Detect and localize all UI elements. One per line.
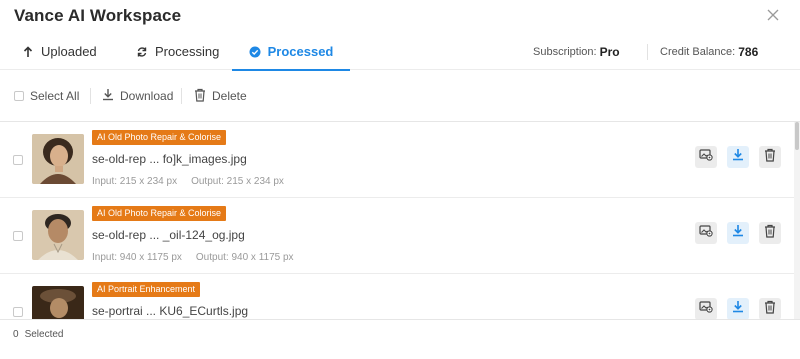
scrollbar-thumb[interactable] (795, 122, 799, 150)
selection-footer: 0 Selected (0, 319, 800, 359)
dialog-header: Vance AI Workspace (0, 0, 800, 33)
input-size: Input: 215 x 234 px (92, 176, 178, 187)
image-view-icon (699, 148, 713, 166)
header-divider (647, 44, 648, 60)
list-item: AI Old Photo Repair & Colorise se-old-re… (0, 122, 794, 198)
selected-count: 0 Selected (13, 329, 63, 340)
image-thumbnail[interactable] (32, 210, 84, 260)
processed-list: AI Old Photo Repair & Colorise se-old-re… (0, 122, 800, 319)
output-size: Output: 940 x 1175 px (195, 252, 294, 263)
image-thumbnail[interactable] (32, 134, 84, 184)
input-size: Input: 940 x 1175 px (92, 252, 182, 263)
image-view-icon (699, 300, 713, 318)
file-name: se-old-rep ... _oil-124_og.jpg (92, 228, 245, 242)
tab-bar: Uploaded Processing Processed Subscripti… (0, 33, 800, 71)
image-view-icon (699, 224, 713, 242)
list-item: AI Portrait Enhancement se-portrai ... K… (0, 274, 794, 319)
action-toolbar: Select All Download Delete (0, 70, 800, 122)
file-name: se-portrai ... KU6_ECurtls.jpg (92, 304, 249, 318)
select-all-label: Select All (30, 89, 80, 103)
item-download-button[interactable] (727, 222, 749, 244)
trash-icon (764, 300, 776, 319)
item-download-button[interactable] (727, 146, 749, 168)
upload-arrow-icon (22, 45, 34, 58)
select-all-checkbox[interactable] (14, 91, 24, 101)
preview-button[interactable] (695, 146, 717, 168)
image-dimensions: Input: 940 x 1175 px Output: 940 x 1175 p… (92, 252, 294, 263)
download-icon (732, 148, 744, 166)
subscription-value: Pro (599, 44, 620, 59)
tab-processing[interactable]: Processing (136, 33, 219, 70)
download-icon (732, 224, 744, 242)
service-badge: AI Old Photo Repair & Colorise (92, 130, 227, 145)
check-circle-icon (249, 46, 261, 58)
list-item: AI Old Photo Repair & Colorise se-old-re… (0, 198, 794, 274)
item-delete-button[interactable] (759, 146, 781, 168)
item-download-button[interactable] (727, 298, 749, 319)
preview-button[interactable] (695, 222, 717, 244)
download-icon (732, 300, 744, 318)
subscription-info: Subscription: Pro (533, 33, 620, 70)
credit-balance-label: Credit Balance: (660, 45, 736, 58)
service-badge: AI Portrait Enhancement (92, 282, 201, 297)
toolbar-divider (181, 88, 182, 104)
image-thumbnail[interactable] (32, 286, 84, 319)
dialog-title: Vance AI Workspace (14, 6, 182, 25)
selected-count-label: Selected (24, 329, 64, 340)
list-scrollbar[interactable] (794, 122, 800, 319)
item-delete-button[interactable] (759, 222, 781, 244)
select-all-button[interactable]: Select All (14, 88, 79, 104)
download-button[interactable]: Download (102, 88, 173, 104)
tab-uploaded-label: Uploaded (41, 44, 97, 59)
refresh-icon (136, 46, 148, 58)
trash-icon (764, 148, 776, 167)
file-name: se-old-rep ... fo]k_images.jpg (92, 152, 247, 166)
item-checkbox[interactable] (13, 307, 23, 317)
trash-icon (194, 88, 206, 105)
close-icon[interactable] (766, 8, 780, 22)
toolbar-divider (90, 88, 91, 104)
subscription-label: Subscription: (533, 45, 597, 58)
download-icon (102, 88, 114, 104)
preview-button[interactable] (695, 298, 717, 319)
delete-button[interactable]: Delete (194, 88, 247, 104)
item-delete-button[interactable] (759, 298, 781, 319)
selected-count-value: 0 (13, 329, 19, 340)
tab-processed[interactable]: Processed (232, 33, 350, 71)
service-badge: AI Old Photo Repair & Colorise (92, 206, 227, 221)
image-dimensions: Input: 215 x 234 px Output: 215 x 234 px (92, 176, 284, 187)
tab-uploaded[interactable]: Uploaded (22, 33, 97, 70)
tab-processing-label: Processing (155, 44, 220, 59)
trash-icon (764, 224, 776, 243)
credit-balance: Credit Balance: 786 (660, 33, 758, 70)
item-checkbox[interactable] (13, 231, 23, 241)
delete-label: Delete (212, 89, 247, 103)
item-checkbox[interactable] (13, 155, 23, 165)
credit-balance-value: 786 (738, 44, 759, 59)
output-size: Output: 215 x 234 px (191, 176, 284, 187)
workspace-dialog: Vance AI Workspace Uploaded Processing P… (0, 0, 800, 359)
download-label: Download (120, 89, 174, 103)
tab-processed-label: Processed (267, 44, 334, 59)
